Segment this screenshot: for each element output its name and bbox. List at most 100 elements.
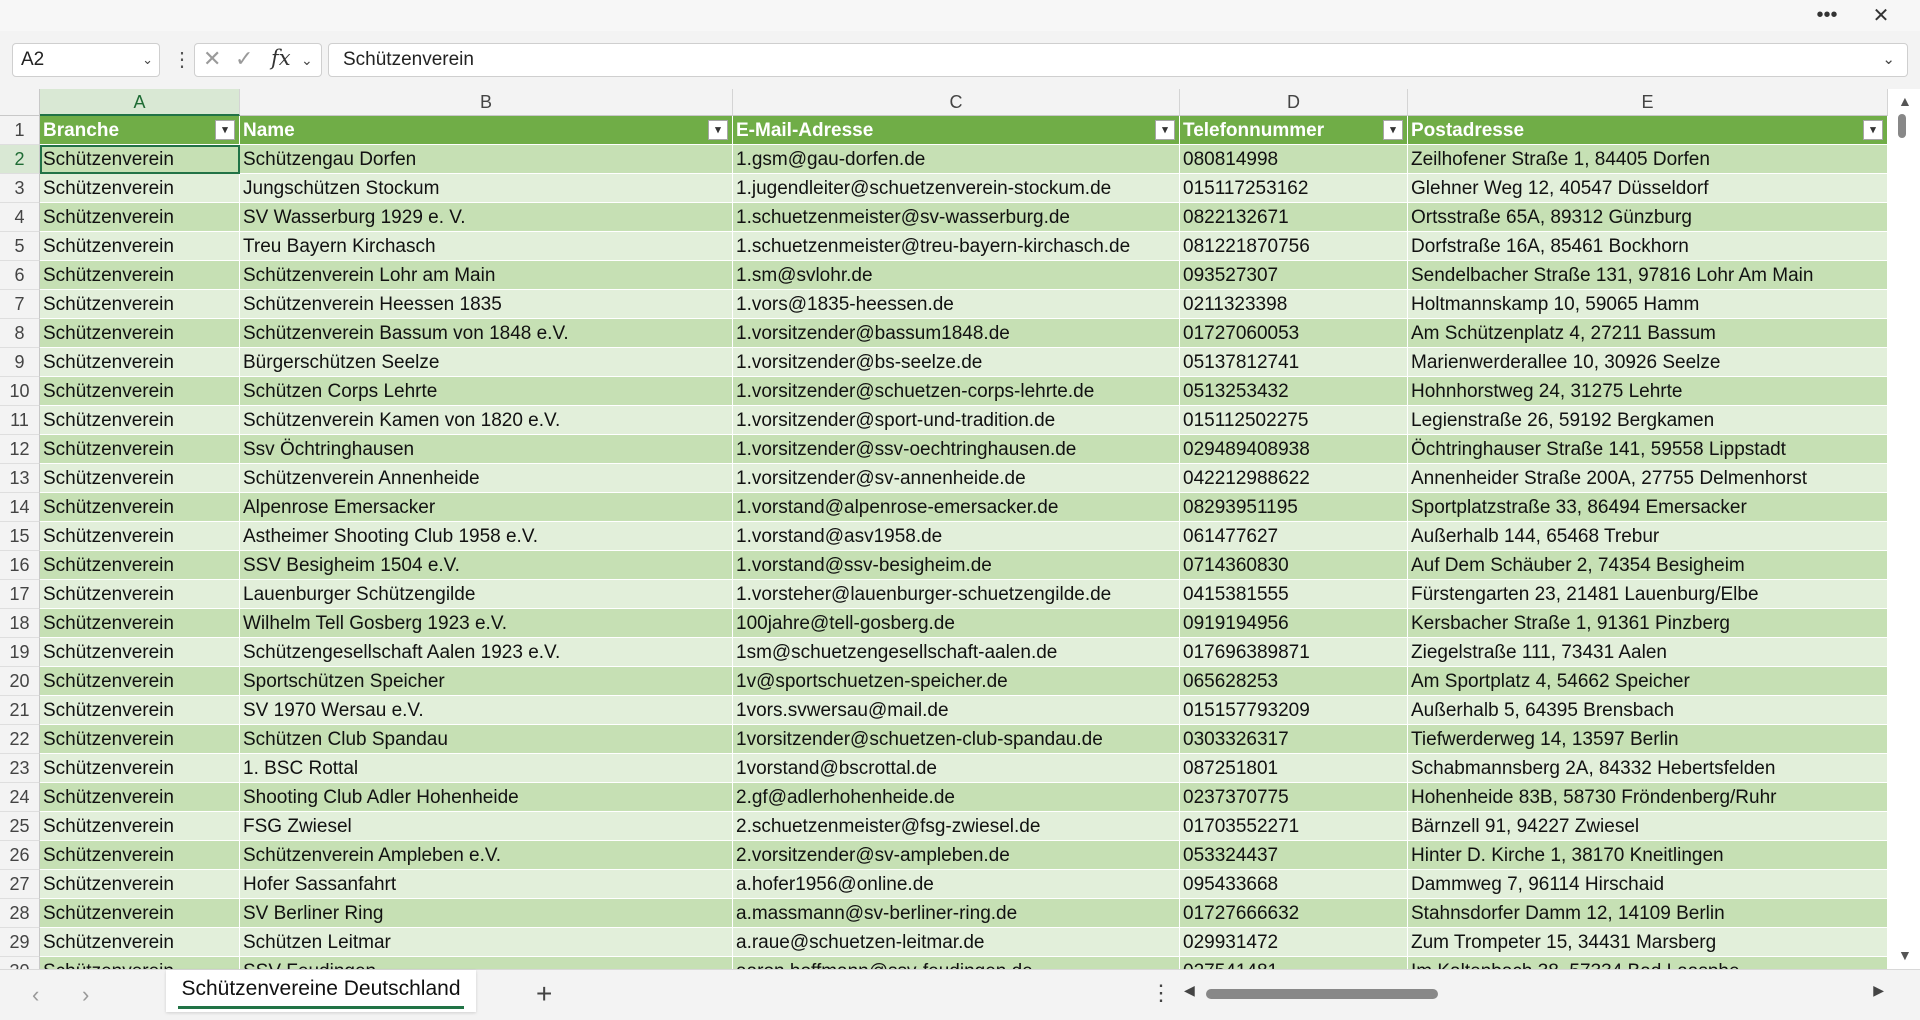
table-cell[interactable]: SSV Feudingen	[240, 957, 733, 969]
table-cell[interactable]: Schützenverein	[40, 406, 240, 435]
table-cell[interactable]: Schützenverein	[40, 841, 240, 870]
row-header[interactable]: 13	[0, 464, 40, 493]
more-vertical-icon[interactable]: ⋮	[172, 47, 192, 72]
table-cell[interactable]: Hohnhorstweg 24, 31275 Lehrte	[1408, 377, 1888, 406]
row-header[interactable]: 16	[0, 551, 40, 580]
table-cell[interactable]: 01727666632	[1180, 899, 1408, 928]
table-cell[interactable]: Schützenverein Bassum von 1848 e.V.	[240, 319, 733, 348]
table-cell[interactable]: Bärnzell 91, 94227 Zwiesel	[1408, 812, 1888, 841]
table-cell[interactable]: 1.schuetzenmeister@sv-wasserburg.de	[733, 203, 1180, 232]
table-cell[interactable]: Schützenverein	[40, 261, 240, 290]
filter-dropdown-icon[interactable]: ▾	[708, 120, 728, 140]
table-cell[interactable]: 2.schuetzenmeister@fsg-zwiesel.de	[733, 812, 1180, 841]
table-cell[interactable]: Am Schützenplatz 4, 27211 Bassum	[1408, 319, 1888, 348]
table-cell[interactable]: Schützenverein	[40, 522, 240, 551]
table-cell[interactable]: Shooting Club Adler Hohenheide	[240, 783, 733, 812]
function-icon[interactable]: fx	[271, 46, 291, 70]
table-cell[interactable]: Schabmannsberg 2A, 84332 Hebertsfelden	[1408, 754, 1888, 783]
table-cell[interactable]: Zeilhofener Straße 1, 84405 Dorfen	[1408, 145, 1888, 174]
table-cell[interactable]: 2.gf@adlerhohenheide.de	[733, 783, 1180, 812]
table-cell[interactable]: 015112502275	[1180, 406, 1408, 435]
filter-dropdown-icon[interactable]: ▾	[1863, 120, 1883, 140]
horizontal-scroll-thumb[interactable]	[1206, 989, 1438, 999]
table-cell[interactable]: Schützenverein Kamen von 1820 e.V.	[240, 406, 733, 435]
table-cell[interactable]: Alpenrose Emersacker	[240, 493, 733, 522]
table-cell[interactable]: Schützenverein Lohr am Main	[240, 261, 733, 290]
table-cell[interactable]: Ortsstraße 65A, 89312 Günzburg	[1408, 203, 1888, 232]
table-cell[interactable]: Stahnsdorfer Damm 12, 14109 Berlin	[1408, 899, 1888, 928]
table-cell[interactable]: Schützenverein	[40, 812, 240, 841]
filter-dropdown-icon[interactable]: ▾	[215, 120, 235, 140]
table-cell[interactable]: 1.vorsitzender@sv-annenheide.de	[733, 464, 1180, 493]
name-box[interactable]: A2 ⌄	[12, 43, 160, 77]
row-header[interactable]: 29	[0, 928, 40, 957]
row-header[interactable]: 1	[0, 116, 40, 145]
table-cell[interactable]: Zum Trompeter 15, 34431 Marsberg	[1408, 928, 1888, 957]
column-header-a[interactable]: A	[40, 89, 240, 116]
column-header-e[interactable]: E	[1408, 89, 1888, 116]
filter-dropdown-icon[interactable]: ▾	[1383, 120, 1403, 140]
table-cell[interactable]: 0237370775	[1180, 783, 1408, 812]
table-cell[interactable]: 087251801	[1180, 754, 1408, 783]
header-cell[interactable]: Telefonnummer ▾	[1180, 116, 1408, 145]
row-header[interactable]: 4	[0, 203, 40, 232]
table-cell[interactable]: Schützengau Dorfen	[240, 145, 733, 174]
table-cell[interactable]: Schützenverein	[40, 203, 240, 232]
table-cell[interactable]: 029931472	[1180, 928, 1408, 957]
row-header[interactable]: 3	[0, 174, 40, 203]
row-header[interactable]: 10	[0, 377, 40, 406]
table-cell[interactable]: 1.schuetzenmeister@treu-bayern-kirchasch…	[733, 232, 1180, 261]
table-cell[interactable]: Schützenverein Annenheide	[240, 464, 733, 493]
row-header[interactable]: 14	[0, 493, 40, 522]
table-cell[interactable]: Außerhalb 144, 65468 Trebur	[1408, 522, 1888, 551]
add-sheet-icon[interactable]: +	[536, 978, 552, 1010]
table-cell[interactable]: Im Kaltenbach 38, 57334 Bad Laasphe	[1408, 957, 1888, 969]
close-icon[interactable]: ✕	[1858, 0, 1904, 31]
table-cell[interactable]: Ziegelstraße 111, 73431 Aalen	[1408, 638, 1888, 667]
table-cell[interactable]: SV 1970 Wersau e.V.	[240, 696, 733, 725]
table-cell[interactable]: Außerhalb 5, 64395 Brensbach	[1408, 696, 1888, 725]
table-cell[interactable]: a.hofer1956@online.de	[733, 870, 1180, 899]
table-cell[interactable]: 100jahre@tell-gosberg.de	[733, 609, 1180, 638]
table-cell[interactable]: Kersbacher Straße 1, 91361 Pinzberg	[1408, 609, 1888, 638]
table-cell[interactable]: Dorfstraße 16A, 85461 Bockhorn	[1408, 232, 1888, 261]
table-cell[interactable]: Schützenverein	[40, 754, 240, 783]
table-cell[interactable]: 1vorsitzender@schuetzen-club-spandau.de	[733, 725, 1180, 754]
vertical-scroll-thumb[interactable]	[1898, 114, 1906, 138]
table-cell[interactable]: 042212988622	[1180, 464, 1408, 493]
table-cell[interactable]: Holtmannskamp 10, 59065 Hamm	[1408, 290, 1888, 319]
table-cell[interactable]: Sendelbacher Straße 131, 97816 Lohr Am M…	[1408, 261, 1888, 290]
row-header[interactable]: 11	[0, 406, 40, 435]
table-cell[interactable]: Marienwerderallee 10, 30926 Seelze	[1408, 348, 1888, 377]
row-header[interactable]: 8	[0, 319, 40, 348]
table-cell[interactable]: Schützenverein	[40, 725, 240, 754]
row-header[interactable]: 22	[0, 725, 40, 754]
table-cell[interactable]: a.raue@schuetzen-leitmar.de	[733, 928, 1180, 957]
table-cell[interactable]: 0211323398	[1180, 290, 1408, 319]
table-cell[interactable]: 1.vorsitzender@sport-und-tradition.de	[733, 406, 1180, 435]
table-cell[interactable]: Ssv Öchtringhausen	[240, 435, 733, 464]
table-cell[interactable]: Schützenverein	[40, 464, 240, 493]
table-cell[interactable]: Schützen Corps Lehrte	[240, 377, 733, 406]
table-cell[interactable]: 065628253	[1180, 667, 1408, 696]
column-header-b[interactable]: B	[240, 89, 733, 116]
row-header[interactable]: 20	[0, 667, 40, 696]
table-cell[interactable]: Hofer Sassanfahrt	[240, 870, 733, 899]
header-cell[interactable]: Postadresse ▾	[1408, 116, 1888, 145]
row-header[interactable]: 18	[0, 609, 40, 638]
table-cell[interactable]: 05137812741	[1180, 348, 1408, 377]
table-cell[interactable]: 0714360830	[1180, 551, 1408, 580]
table-cell[interactable]: Schützenverein	[40, 899, 240, 928]
previous-sheet-icon[interactable]: ‹	[32, 982, 39, 1008]
table-cell[interactable]: Schützenverein	[40, 870, 240, 899]
table-cell[interactable]: Treu Bayern Kirchasch	[240, 232, 733, 261]
table-cell[interactable]: Schützenverein	[40, 348, 240, 377]
table-cell[interactable]: 0415381555	[1180, 580, 1408, 609]
table-cell[interactable]: a.massmann@sv-berliner-ring.de	[733, 899, 1180, 928]
row-header[interactable]: 2	[0, 145, 40, 174]
row-header[interactable]: 19	[0, 638, 40, 667]
table-cell[interactable]: Schützenverein	[40, 957, 240, 969]
row-header[interactable]: 27	[0, 870, 40, 899]
table-cell[interactable]: 027541481	[1180, 957, 1408, 969]
table-cell[interactable]: Schützenverein	[40, 638, 240, 667]
